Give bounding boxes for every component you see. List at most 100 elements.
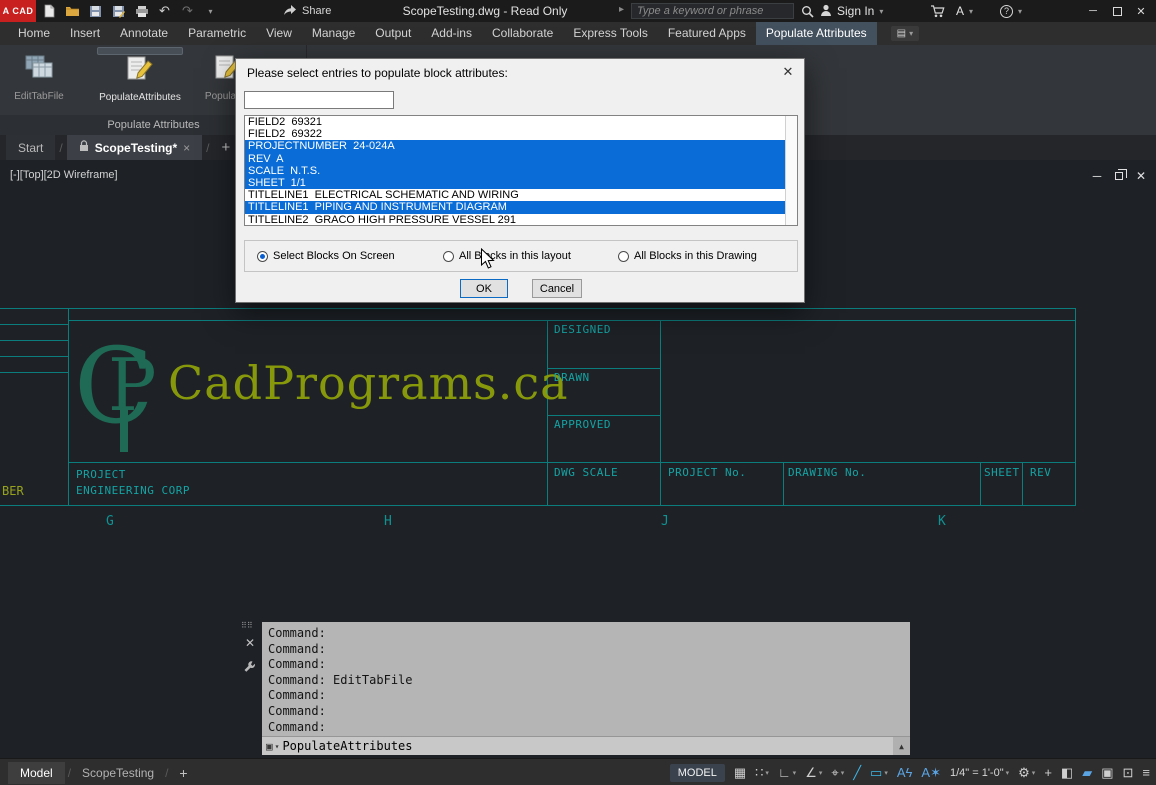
list-item[interactable]: SHEET 1/1 xyxy=(245,176,797,190)
grid-display-icon[interactable]: ▦ xyxy=(734,765,746,781)
search-input[interactable] xyxy=(631,3,794,19)
list-item[interactable]: PROJECTNUMBER 24-024A xyxy=(245,140,797,153)
plot-icon[interactable] xyxy=(132,1,151,21)
window-close-icon[interactable]: ✕ xyxy=(1131,0,1151,22)
ribbon-tab-addins[interactable]: Add-ins xyxy=(421,22,482,45)
ribbon-tab-annotate[interactable]: Annotate xyxy=(110,22,178,45)
model-tab[interactable]: Model xyxy=(8,761,65,784)
model-space-button[interactable]: MODEL xyxy=(669,763,725,782)
search-icon[interactable] xyxy=(801,0,814,22)
isolate-objects-icon[interactable]: ◧ xyxy=(1061,765,1073,781)
sign-in-button[interactable]: Sign In ▾ xyxy=(820,0,883,22)
list-item[interactable]: TITLELINE1 ELECTRICAL SCHEMATIC AND WIRI… xyxy=(245,189,797,201)
sign-in-label: Sign In xyxy=(837,4,875,18)
command-close-icon[interactable]: ✕ xyxy=(245,636,255,650)
open-file-icon[interactable] xyxy=(63,1,82,21)
titleblock-line xyxy=(68,308,69,505)
list-item[interactable]: FIELD2 69322 xyxy=(245,128,797,140)
list-item[interactable]: SCALE N.T.S. xyxy=(245,164,797,177)
cancel-button[interactable]: Cancel xyxy=(532,279,582,298)
ribbon-tab-featured-apps[interactable]: Featured Apps xyxy=(658,22,756,45)
drawing-minimize-icon[interactable]: ─ xyxy=(1088,169,1106,183)
share-button[interactable]: Share xyxy=(283,0,331,22)
ribbon-tab-insert[interactable]: Insert xyxy=(60,22,110,45)
titleblock-line xyxy=(68,320,1076,321)
command-input-row[interactable]: ▣ ▾ PopulateAttributes ▲ xyxy=(262,736,910,755)
command-grip-handle[interactable]: ⠿⠿ xyxy=(241,622,253,630)
ribbon-tab-home[interactable]: Home xyxy=(8,22,60,45)
titleblock-company-name: ENGINEERING CORP xyxy=(76,484,190,497)
ribbon-tab-parametric[interactable]: Parametric xyxy=(178,22,256,45)
polar-tracking-icon[interactable]: ╱ xyxy=(853,765,861,781)
ribbon-tab-express-tools[interactable]: Express Tools xyxy=(563,22,657,45)
list-item[interactable]: FIELD2 69321 xyxy=(245,116,797,128)
file-tab-scopetesting[interactable]: ScopeTesting* × xyxy=(66,135,203,160)
annotation-visibility-icon[interactable]: Aϟ xyxy=(897,765,913,780)
annotation-autoscale-icon[interactable]: A✶ xyxy=(921,765,941,781)
command-customize-icon[interactable] xyxy=(243,660,256,678)
command-prompt-icon[interactable]: ▣ xyxy=(262,740,275,753)
dialog-close-icon[interactable]: ✕ xyxy=(778,63,798,81)
file-tab-close-icon[interactable]: × xyxy=(183,141,190,155)
ribbon-display-toggle[interactable]: ▤ ▾ xyxy=(890,26,920,41)
help-button[interactable]: ? ▾ xyxy=(1000,0,1022,22)
ribbon-tab-populate-attributes[interactable]: Populate Attributes xyxy=(755,22,877,45)
ribbon-tab-collaborate[interactable]: Collaborate xyxy=(482,22,563,45)
graphics-performance-icon[interactable]: ▰ xyxy=(1082,765,1092,781)
attribute-entry-list[interactable]: FIELD2 69321 FIELD2 69322 PROJECTNUMBER … xyxy=(244,115,798,226)
ribbon-tab-manage[interactable]: Manage xyxy=(302,22,365,45)
edit-tab-file-button[interactable]: EditTabFile xyxy=(6,47,72,113)
titleblock-field-project-no: PROJECT No. xyxy=(668,466,747,479)
ok-button[interactable]: OK xyxy=(460,279,508,298)
snap-mode-icon[interactable]: ∷ ▾ xyxy=(755,765,769,781)
drawing-restore-icon[interactable] xyxy=(1110,169,1128,183)
new-file-icon[interactable] xyxy=(40,1,59,21)
clean-screen-icon[interactable]: ⊡ xyxy=(1123,765,1134,781)
attribute-filter-input[interactable] xyxy=(244,91,394,109)
snap-caret-icon: ▾ xyxy=(765,769,769,777)
app-menu-button[interactable]: A CAD xyxy=(0,0,36,22)
ribbon-tab-output[interactable]: Output xyxy=(365,22,421,45)
command-input-text[interactable]: PopulateAttributes xyxy=(282,739,412,753)
save-icon[interactable] xyxy=(86,1,105,21)
command-scroll-up-icon[interactable]: ▲ xyxy=(893,737,910,755)
drawing-close-icon[interactable]: ✕ xyxy=(1132,169,1150,183)
background-image-icon[interactable]: ▣ xyxy=(1101,765,1113,781)
list-item[interactable]: REV A xyxy=(245,152,797,165)
annotation-scale-button[interactable]: 1/4" = 1'-0" ▾ xyxy=(950,767,1009,779)
list-scrollbar[interactable] xyxy=(785,116,797,225)
app-store-cart-icon[interactable] xyxy=(930,0,945,22)
radio-select-blocks-on-screen[interactable]: Select Blocks On Screen xyxy=(257,250,395,262)
layout-tab-scopetesting[interactable]: ScopeTesting xyxy=(74,762,162,784)
isodraft-icon[interactable]: ∟ ▾ xyxy=(778,765,796,780)
command-prompt-caret-icon[interactable]: ▾ xyxy=(275,742,283,751)
customization-menu-icon[interactable]: ≡ xyxy=(1142,765,1150,780)
new-layout-button[interactable]: + xyxy=(171,765,195,781)
search-history-icon[interactable]: ▸ xyxy=(619,4,624,15)
redo-icon[interactable]: ↷ xyxy=(178,1,197,21)
radio-all-blocks-drawing[interactable]: All Blocks in this Drawing xyxy=(618,250,757,262)
populate-attributes-button[interactable]: PopulateAttributes xyxy=(97,47,183,103)
autocad-window: A CAD ↶ ↷ ▾ Share ScopeTesting.dwg - Rea… xyxy=(0,0,1156,785)
autotrack-icon[interactable]: ∠ ▾ xyxy=(805,765,822,781)
window-minimize-icon[interactable]: ─ xyxy=(1083,0,1103,22)
workspace-switching-icon[interactable]: ⚙ ▾ xyxy=(1018,765,1035,781)
window-maximize-icon[interactable] xyxy=(1107,0,1127,22)
crosshair-icon[interactable]: + xyxy=(1044,765,1052,780)
radio-all-blocks-layout[interactable]: All Blocks in this layout xyxy=(443,250,571,262)
undo-icon[interactable]: ↶ xyxy=(155,1,174,21)
ribbon-tab-view[interactable]: View xyxy=(256,22,302,45)
list-item[interactable]: TITLELINE1 PIPING AND INSTRUMENT DIAGRAM xyxy=(245,201,797,214)
autodesk-apps-button[interactable]: A ▾ xyxy=(956,0,973,22)
selection-cycling-icon[interactable]: ▭ ▾ xyxy=(870,765,888,781)
list-item[interactable]: TITLELINE2 GRACO HIGH PRESSURE VESSEL 29… xyxy=(245,214,797,226)
command-history[interactable]: Command: Command: Command: Command: Edit… xyxy=(262,622,910,736)
save-as-icon[interactable] xyxy=(109,1,128,21)
qat-dropdown-icon[interactable]: ▾ xyxy=(201,1,220,21)
viewport-controls-label[interactable]: [-][Top][2D Wireframe] xyxy=(10,169,118,181)
titleblock-field-drawn: DRAWN xyxy=(554,371,590,384)
grid-letter: K xyxy=(938,514,946,529)
file-tab-start[interactable]: Start xyxy=(6,135,56,160)
object-snap-icon[interactable]: ⌖ ▾ xyxy=(831,765,844,781)
command-line: Command: xyxy=(268,657,326,672)
